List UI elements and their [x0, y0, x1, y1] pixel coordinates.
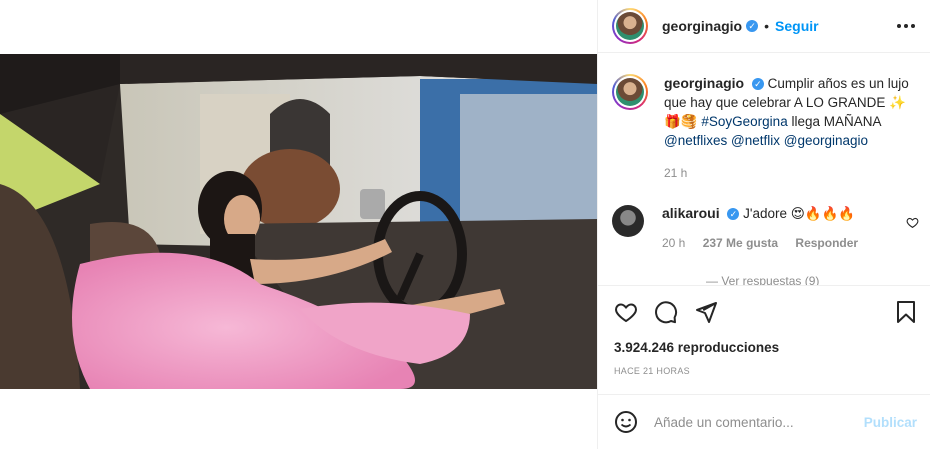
- reply-button[interactable]: Responder: [795, 236, 858, 250]
- verified-badge-icon: ✓: [727, 208, 740, 221]
- separator-dot: •: [764, 18, 770, 34]
- caption-username[interactable]: georginagio: [664, 75, 744, 91]
- post-header: georginagio ✓ • Seguir: [598, 0, 930, 53]
- comment-icon[interactable]: [654, 300, 678, 324]
- comments-list[interactable]: georginagio ✓ Cumplir años es un lujo qu…: [598, 54, 930, 285]
- mention-link[interactable]: @georginagio: [784, 133, 868, 148]
- commenter-avatar[interactable]: [612, 205, 644, 237]
- comment-input[interactable]: [654, 414, 854, 430]
- caption-body-2: llega MAÑANA: [791, 114, 881, 129]
- view-replies-link[interactable]: — Ver respuestas (9): [706, 274, 819, 285]
- bookmark-icon[interactable]: [894, 300, 918, 324]
- verified-badge-icon: ✓: [751, 78, 764, 91]
- comment-text: J'adore 😍🔥🔥🔥: [743, 206, 856, 221]
- commenter-username[interactable]: alikaroui: [662, 205, 720, 221]
- mention-link[interactable]: @netflixes: [664, 133, 727, 148]
- hashtag-link[interactable]: #SoyGeorgina: [701, 114, 787, 129]
- header-username[interactable]: georginagio: [662, 18, 742, 34]
- video-frame: [0, 54, 597, 389]
- avatar[interactable]: [612, 8, 648, 44]
- more-options-icon[interactable]: [897, 17, 915, 35]
- follow-button[interactable]: Seguir: [775, 18, 819, 34]
- mention-link[interactable]: @netflix: [731, 133, 780, 148]
- verified-badge-icon: ✓: [746, 20, 759, 32]
- caption-time: 21 h: [664, 166, 688, 180]
- caption-avatar[interactable]: [612, 74, 648, 110]
- heart-icon[interactable]: [614, 300, 638, 324]
- comment-likes[interactable]: 237 Me gusta: [703, 236, 778, 250]
- publish-button[interactable]: Publicar: [864, 415, 917, 430]
- post-timestamp[interactable]: HACE 21 HORAS: [614, 366, 690, 376]
- action-bar: [598, 285, 930, 337]
- comment-time: 20 h: [662, 236, 686, 250]
- emoji-icon[interactable]: [614, 410, 638, 434]
- header-user: georginagio ✓ • Seguir: [662, 18, 819, 34]
- media-pane: [0, 0, 597, 449]
- heart-small-icon[interactable]: [906, 216, 919, 229]
- add-comment-bar: Publicar: [598, 394, 930, 449]
- post-sidebar: georginagio ✓ • Seguir georginagio ✓ Cum…: [597, 0, 930, 449]
- view-count[interactable]: 3.924.246 reproducciones: [614, 340, 779, 355]
- caption-text: georginagio ✓ Cumplir años es un lujo qu…: [664, 74, 914, 183]
- comment-item: alikaroui ✓ J'adore 😍🔥🔥🔥 20 h 237 Me gus…: [612, 205, 917, 250]
- caption: georginagio ✓ Cumplir años es un lujo qu…: [612, 74, 917, 183]
- avatar-image: [616, 12, 644, 40]
- video-player[interactable]: [0, 54, 597, 389]
- share-icon[interactable]: [694, 300, 718, 324]
